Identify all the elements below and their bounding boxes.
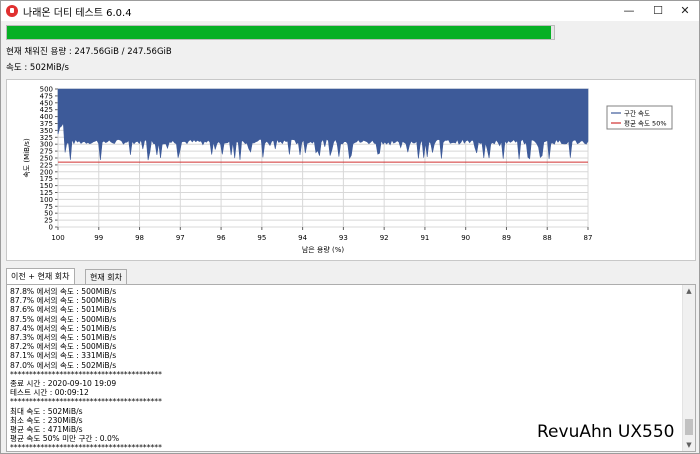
y-tick-label: 250 (40, 155, 53, 163)
y-tick-label: 0 (49, 224, 53, 232)
x-tick-label: 99 (94, 234, 103, 242)
log-line: 87.5% 에서의 속도 : 500MiB/s (10, 314, 117, 324)
y-tick-label: 475 (40, 92, 53, 100)
progress-bar-fill (7, 26, 552, 39)
speed-chart-svg: 0255075100125150175200225250275300325350… (23, 86, 673, 254)
close-button[interactable]: ✕ (671, 1, 699, 21)
y-tick-label: 275 (40, 148, 53, 156)
legend-label: 구간 속도 (624, 109, 650, 118)
y-tick-label: 400 (40, 113, 53, 121)
y-tick-label: 350 (40, 127, 53, 135)
legend-label: 평균 속도 50% (624, 119, 667, 128)
y-tick-label: 450 (40, 99, 53, 107)
y-tick-label: 425 (40, 106, 53, 114)
log-line: 87.6% 에서의 속도 : 501MiB/s (10, 305, 117, 315)
watermark: RevuAhn UX550 (537, 422, 675, 442)
y-tick-label: 375 (40, 120, 53, 128)
log-line: 최소 속도 : 230MiB/s (10, 415, 83, 425)
y-tick-label: 25 (44, 217, 53, 225)
y-tick-label: 325 (40, 134, 53, 142)
x-tick-label: 89 (502, 234, 511, 242)
log-line: 87.4% 에서의 속도 : 501MiB/s (10, 323, 117, 333)
minimize-button[interactable]: — (615, 1, 643, 21)
speed-label: 속도 : 502MiB/s (6, 63, 69, 73)
y-tick-label: 50 (44, 210, 53, 218)
y-tick-label: 175 (40, 175, 53, 183)
scroll-down-icon[interactable]: ▼ (683, 439, 695, 451)
x-tick-label: 97 (176, 234, 185, 242)
log-line: 최대 속도 : 502MiB/s (10, 406, 83, 416)
log-line: 87.8% 에서의 속도 : 500MiB/s (10, 287, 117, 296)
speed-chart: 0 25 50 75 100 125 150 175 200 225 250 275 300 325 350… (6, 79, 696, 261)
x-tick-label: 88 (543, 234, 552, 242)
app-window: 나래온 더티 테스트 6.0.4 — ☐ ✕ 현재 채워진 용량 : 247.5… (0, 0, 700, 454)
x-tick-label: 94 (298, 234, 307, 242)
maximize-button[interactable]: ☐ (644, 1, 672, 21)
log-text: 87.8% 에서의 속도 : 500MiB/s 87.7% 에서의 속도 : 50… (10, 287, 162, 452)
log-line: **************************************** (10, 443, 162, 452)
log-line: 종료 시간 : 2020-09-10 19:09 (10, 379, 117, 389)
x-tick-label: 98 (135, 234, 144, 242)
log-line: 평균 속도 50% 미만 구간 : 0.0% (10, 434, 120, 444)
log-line: **************************************** (10, 397, 162, 407)
log-line: 87.1% 에서의 속도 : 331MiB/s (10, 351, 117, 361)
y-tick-label: 225 (40, 161, 53, 169)
log-line: **************************************** (10, 369, 162, 379)
y-tick-label: 200 (40, 168, 53, 176)
y-tick-label: 100 (40, 196, 53, 204)
x-tick-label: 100 (51, 234, 64, 242)
log-scrollbar[interactable]: ▲ ▼ (682, 285, 695, 451)
y-tick-label: 125 (40, 189, 53, 197)
log-line: 평균 속도 : 471MiB/s (10, 425, 83, 435)
app-logo-icon (6, 5, 18, 17)
x-axis-label: 남은 용량 (%) (302, 245, 345, 254)
x-tick-label: 91 (420, 234, 429, 242)
log-line: 87.3% 에서의 속도 : 501MiB/s (10, 333, 117, 343)
y-tick-label: 150 (40, 182, 53, 190)
log-line: 87.0% 에서의 속도 : 502MiB/s (10, 360, 117, 370)
filled-capacity-label: 현재 채워진 용량 : 247.56GiB / 247.56GiB (6, 47, 172, 57)
x-tick-label: 96 (217, 234, 226, 242)
window-title: 나래온 더티 테스트 6.0.4 (23, 8, 132, 19)
y-tick-label: 500 (40, 86, 53, 94)
x-tick-label: 95 (257, 234, 266, 242)
progress-bar (6, 25, 555, 40)
y-tick-label: 300 (40, 141, 53, 149)
scroll-up-icon[interactable]: ▲ (683, 285, 695, 297)
title-bar[interactable]: 나래온 더티 테스트 6.0.4 — ☐ ✕ (1, 1, 699, 21)
scroll-thumb[interactable] (685, 419, 693, 435)
x-tick-label: 90 (461, 234, 470, 242)
y-tick-label: 75 (44, 203, 53, 211)
x-tick-label: 87 (584, 234, 593, 242)
y-axis-label: 속도 (MiB/s) (23, 138, 31, 178)
log-line: 테스트 시간 : 00:09:12 (10, 388, 89, 398)
x-tick-label: 93 (339, 234, 348, 242)
x-tick-label: 92 (380, 234, 389, 242)
